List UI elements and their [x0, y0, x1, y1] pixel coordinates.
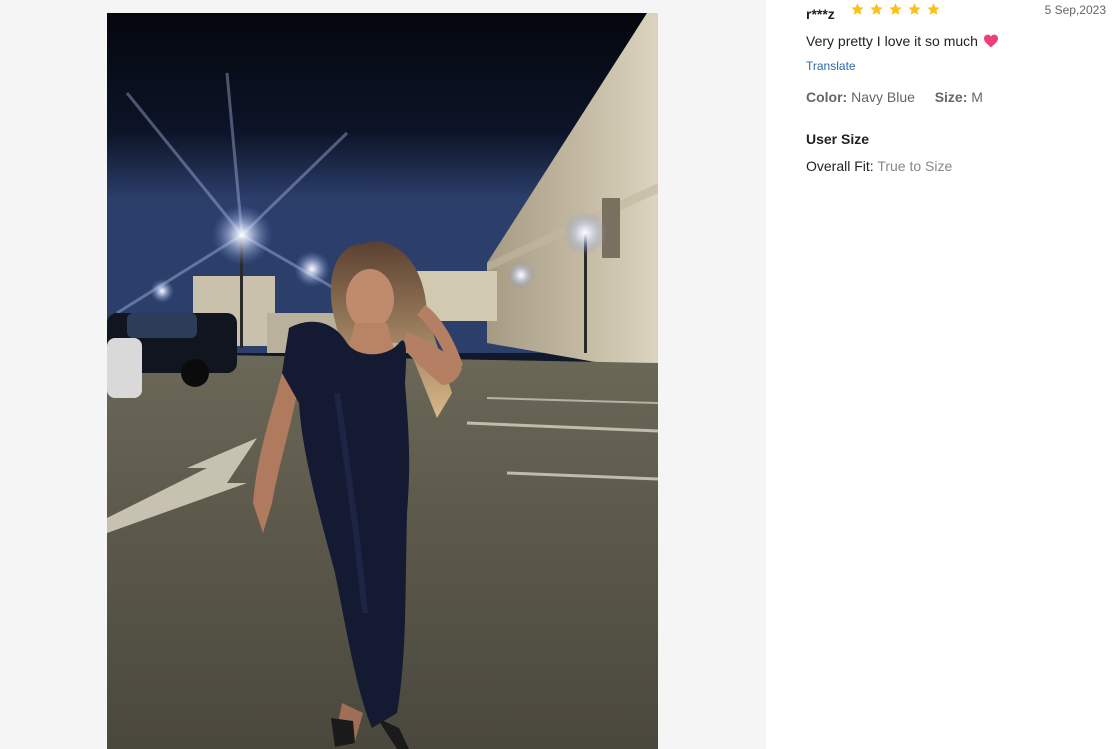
- review-photo-image: [107, 13, 658, 749]
- review-date: 5 Sep,2023: [1044, 3, 1106, 17]
- purchase-attributes: Color: Navy Blue Size: M: [806, 89, 983, 105]
- star-icon: [908, 3, 921, 15]
- star-icon: [851, 3, 864, 15]
- review-text: Very pretty I love it so much: [806, 33, 978, 49]
- star-icon: [870, 3, 883, 15]
- review-page: r***z 5 Sep,2023 Very pretty I love it s…: [0, 0, 1115, 749]
- star-icon: [927, 3, 940, 15]
- color-label: Color:: [806, 89, 848, 105]
- overall-fit-label: Overall Fit:: [806, 158, 874, 174]
- size-value: M: [971, 89, 983, 105]
- review-panel: r***z 5 Sep,2023 Very pretty I love it s…: [806, 0, 1106, 200]
- heart-icon: [983, 34, 998, 48]
- size-label: Size:: [934, 89, 968, 105]
- star-rating: [850, 2, 941, 20]
- review-photo[interactable]: [107, 13, 658, 749]
- color-value: Navy Blue: [851, 89, 915, 105]
- star-icon: [889, 3, 902, 15]
- overall-fit-value: True to Size: [877, 158, 953, 174]
- user-size-title: User Size: [806, 131, 870, 147]
- overall-fit-row: Overall Fit: True to Size: [806, 158, 952, 174]
- review-photo-panel: [0, 0, 766, 749]
- reviewer-name: r***z: [806, 6, 835, 22]
- review-content: Very pretty I love it so much: [806, 33, 999, 49]
- review-header: r***z 5 Sep,2023: [806, 2, 1106, 22]
- translate-link[interactable]: Translate: [806, 59, 856, 73]
